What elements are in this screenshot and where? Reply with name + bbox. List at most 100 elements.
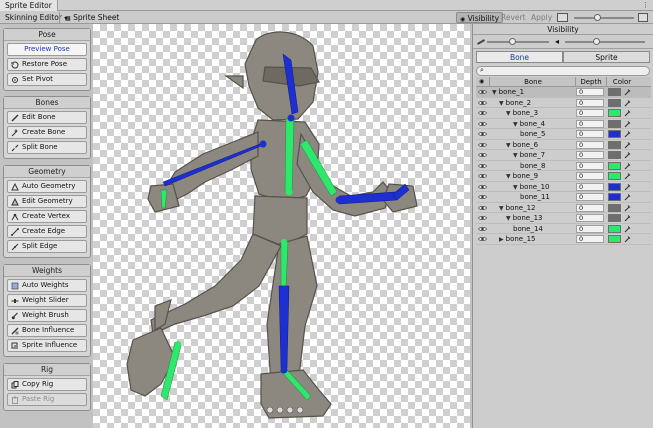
set-pivot-button[interactable]: Set Pivot <box>7 73 87 86</box>
preview-pose-button[interactable]: Preview Pose <box>7 43 87 56</box>
bone-name-cell[interactable]: ▼ bone_13 <box>506 213 543 224</box>
eye-icon[interactable] <box>478 121 487 127</box>
eye-icon[interactable] <box>478 142 487 148</box>
sprite-influence-button[interactable]: Sprite Influence <box>7 339 87 352</box>
eye-icon[interactable] <box>478 215 487 221</box>
eyedropper-icon[interactable] <box>624 109 631 117</box>
zoom-slider-handle[interactable] <box>594 14 601 21</box>
expand-down-icon[interactable]: ▼ <box>513 152 518 159</box>
table-row[interactable]: ▼ bone_7 0 <box>476 150 651 161</box>
bone-name-cell[interactable]: ▼ bone_6 <box>506 140 538 151</box>
sprite-canvas[interactable] <box>93 24 470 428</box>
depth-field[interactable]: 0 <box>576 203 604 212</box>
mesh-opacity-track[interactable] <box>565 41 645 43</box>
bone-opacity-handle[interactable] <box>509 38 516 45</box>
split-edge-button[interactable]: Split Edge <box>7 240 87 253</box>
color-swatch[interactable] <box>608 109 621 117</box>
depth-field[interactable]: 0 <box>576 130 604 138</box>
window-title-tab[interactable]: Sprite Editor <box>0 0 58 11</box>
color-swatch[interactable] <box>608 130 621 138</box>
bone-influence-button[interactable]: Bone Influence <box>7 324 87 337</box>
eye-icon[interactable] <box>478 163 487 169</box>
table-row[interactable]: ▼ bone_1 0 <box>476 87 651 98</box>
bone-name-cell[interactable]: ▶ bone_15 <box>499 234 536 245</box>
expand-down-icon[interactable]: ▼ <box>506 173 511 180</box>
color-swatch[interactable] <box>608 98 621 107</box>
color-swatch[interactable] <box>608 224 621 233</box>
eyedropper-icon[interactable] <box>624 214 631 222</box>
color-swatch[interactable] <box>608 119 621 128</box>
table-row[interactable]: ▶ bone_15 0 <box>476 234 651 245</box>
color-swatch[interactable] <box>608 161 621 170</box>
paste-rig-button[interactable]: Paste Rig <box>7 393 87 406</box>
depth-field[interactable]: 0 <box>576 98 604 107</box>
create-vertex-button[interactable]: Create Vertex <box>7 210 87 223</box>
tab-bone[interactable]: Bone <box>476 51 563 63</box>
eye-icon[interactable] <box>478 110 487 116</box>
expand-down-icon[interactable]: ▼ <box>499 205 504 212</box>
expand-down-icon[interactable]: ▼ <box>513 121 518 128</box>
bone-opacity-track[interactable] <box>487 41 549 43</box>
eyedropper-icon[interactable] <box>624 225 631 233</box>
mode-dropdown[interactable]: Skinning Editor ▾ <box>2 12 70 23</box>
tab-sprite[interactable]: Sprite <box>563 51 650 63</box>
color-swatch[interactable] <box>608 193 621 201</box>
eyedropper-icon[interactable] <box>624 162 631 170</box>
mesh-opacity-handle[interactable] <box>593 38 600 45</box>
color-swatch[interactable] <box>608 214 621 222</box>
auto-weights-button[interactable]: Auto Weights <box>7 279 87 292</box>
bone-name-cell[interactable]: ▼ bone_3 <box>506 108 538 119</box>
expand-down-icon[interactable]: ▼ <box>506 215 511 222</box>
depth-field[interactable]: 0 <box>576 172 604 180</box>
depth-field[interactable]: 0 <box>576 88 604 96</box>
depth-field[interactable]: 0 <box>576 119 604 128</box>
depth-field[interactable]: 0 <box>576 161 604 170</box>
depth-column-header[interactable]: Depth <box>576 77 606 87</box>
eye-icon[interactable] <box>478 131 487 137</box>
bone-search-input[interactable]: ⌕ <box>476 66 650 76</box>
sprite-sheet-button[interactable]: ▦ Sprite Sheet <box>62 12 122 23</box>
expand-down-icon[interactable]: ▼ <box>506 110 511 117</box>
eyedropper-icon[interactable] <box>624 193 631 201</box>
create-edge-button[interactable]: Create Edge <box>7 225 87 238</box>
revert-button[interactable]: Revert <box>498 12 529 23</box>
eye-icon[interactable] <box>478 152 487 158</box>
expand-down-icon[interactable]: ▼ <box>492 89 497 96</box>
bone-name-cell[interactable]: bone_8 <box>520 161 545 171</box>
color-column-header[interactable]: Color <box>607 77 637 87</box>
color-swatch[interactable] <box>608 88 621 96</box>
table-row[interactable]: ▼ bone_13 0 <box>476 213 651 224</box>
eyedropper-icon[interactable] <box>624 88 631 96</box>
expand-down-icon[interactable]: ▼ <box>499 100 504 107</box>
eye-icon[interactable] <box>478 226 487 232</box>
eyedropper-icon[interactable] <box>624 235 631 243</box>
restore-pose-button[interactable]: Restore Pose <box>7 58 87 71</box>
eyedropper-icon[interactable] <box>624 172 631 180</box>
apply-button[interactable]: Apply <box>528 12 555 23</box>
eye-icon[interactable] <box>478 184 487 190</box>
bone-name-cell[interactable]: ▼ bone_12 <box>499 203 536 214</box>
expand-right-icon[interactable]: ▶ <box>499 236 504 243</box>
bone-name-cell[interactable]: ▼ bone_2 <box>499 98 531 109</box>
expand-down-icon[interactable]: ▼ <box>506 142 511 149</box>
bone-name-cell[interactable]: bone_5 <box>520 129 545 139</box>
bone-name-cell[interactable]: ▼ bone_7 <box>513 150 545 161</box>
bone-name-cell[interactable]: ▼ bone_1 <box>492 87 524 98</box>
table-row[interactable]: ▼ bone_3 0 <box>476 108 651 119</box>
bone-name-cell[interactable]: ▼ bone_4 <box>513 119 545 130</box>
depth-field[interactable]: 0 <box>576 182 604 191</box>
color-swatch[interactable] <box>608 172 621 180</box>
bone-name-cell[interactable]: bone_11 <box>520 192 550 202</box>
table-row[interactable]: ▼ bone_10 0 <box>476 182 651 192</box>
depth-field[interactable]: 0 <box>576 193 604 201</box>
color-swatch[interactable] <box>608 151 621 159</box>
eyedropper-icon[interactable] <box>624 120 631 128</box>
eye-icon[interactable] <box>478 194 487 200</box>
table-row[interactable]: bone_11 0 <box>476 192 651 203</box>
color-swatch[interactable] <box>608 140 621 149</box>
eyedropper-icon[interactable] <box>624 204 631 212</box>
bone-name-cell[interactable]: bone_14 <box>513 224 543 234</box>
eye-icon[interactable] <box>478 236 487 242</box>
eye-icon[interactable] <box>478 173 487 179</box>
eyedropper-icon[interactable] <box>624 141 631 149</box>
